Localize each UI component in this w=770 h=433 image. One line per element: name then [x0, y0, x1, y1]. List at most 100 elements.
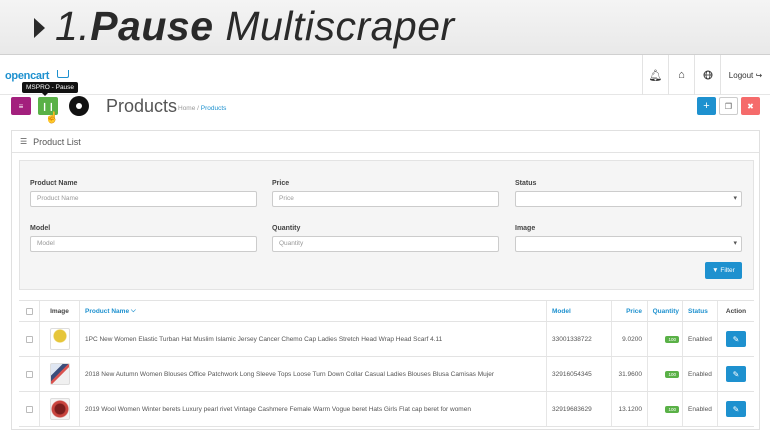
play-arrow-icon [34, 18, 45, 38]
table-header-row: Image Product Name ⌵ Model Price Quantit… [19, 300, 754, 322]
select-all-checkbox[interactable] [25, 307, 33, 315]
action-cell: ✎ [717, 357, 754, 391]
home-icon[interactable]: ⌂ [668, 55, 694, 95]
edit-button[interactable]: ✎ [726, 331, 746, 347]
delete-product-button[interactable]: ✖ [741, 97, 760, 115]
logout-icon: ↪ [753, 70, 763, 80]
edit-button[interactable]: ✎ [726, 366, 746, 382]
model-input[interactable]: Model [30, 236, 257, 252]
list-icon: ☰ [20, 137, 28, 146]
opencart-logo[interactable]: opencart [5, 70, 49, 82]
product-name-cell: 2018 New Autumn Women Blouses Office Pat… [79, 357, 546, 391]
quantity-cell: 100 [647, 357, 682, 391]
price-cell: 31.9600 [611, 357, 647, 391]
quantity-input[interactable]: Quantity [272, 236, 499, 252]
image-cell [39, 322, 79, 356]
banner-bold-word: Pause [90, 3, 214, 49]
copy-product-button[interactable]: ❐ [719, 97, 738, 115]
globe-icon[interactable] [694, 55, 720, 95]
row-select-cell [19, 392, 39, 426]
price-cell: 9.0200 [611, 322, 647, 356]
product-name-input[interactable]: Product Name [30, 191, 257, 207]
panel-title: Product List [33, 136, 81, 147]
image-cell [39, 357, 79, 391]
banner-number: 1. [55, 3, 91, 49]
filter-icon: ▼ [712, 267, 721, 274]
quantity-cell: 100 [647, 392, 682, 426]
banner-rest: Multiscraper [213, 3, 455, 49]
mspro-list-button[interactable]: ≡ [11, 97, 31, 115]
list-icon: ≡ [18, 101, 24, 111]
model-label: Model [30, 225, 51, 232]
product-thumbnail[interactable] [49, 363, 70, 385]
header-model[interactable]: Model [546, 301, 611, 321]
tutorial-banner: 1.Pause Multiscraper [0, 0, 770, 55]
header-product-name-label: Product Name [85, 307, 130, 315]
filter-button[interactable]: ▼ Filter [705, 262, 742, 279]
header-status[interactable]: Status [682, 301, 717, 321]
pause-icon: ❙❙ [41, 101, 55, 111]
status-select[interactable] [515, 191, 742, 207]
image-cell [39, 392, 79, 426]
row-select-cell [19, 357, 39, 391]
action-cell: ✎ [717, 322, 754, 356]
product-thumbnail[interactable] [49, 398, 70, 420]
product-thumbnail[interactable] [49, 328, 70, 350]
price-cell: 13.1200 [611, 392, 647, 426]
image-select[interactable] [515, 236, 742, 252]
quantity-cell: 100 [647, 322, 682, 356]
breadcrumb: Home / Products [178, 105, 226, 112]
row-checkbox[interactable] [25, 405, 33, 413]
status-cell: Enabled [682, 322, 717, 356]
top-header: opencart 🔔︎ ⌂ Logout ↪ [0, 55, 770, 95]
hand-cursor-icon: ☝ [45, 112, 59, 124]
product-name-label: Product Name [30, 180, 78, 187]
trash-icon: ✖ [747, 101, 754, 111]
model-cell: 32916054345 [546, 357, 611, 391]
edit-button[interactable]: ✎ [726, 401, 746, 417]
pencil-icon: ✎ [732, 404, 740, 414]
status-label: Status [515, 180, 537, 187]
row-checkbox[interactable] [25, 335, 33, 343]
breadcrumb-separator: / [197, 105, 199, 112]
quantity-badge: 100 [665, 370, 679, 378]
breadcrumb-home[interactable]: Home [178, 105, 195, 112]
bell-icon[interactable]: 🔔︎ [642, 55, 668, 95]
copy-icon: ❐ [724, 101, 733, 111]
header-image: Image [39, 301, 79, 321]
banner-title: 1.Pause Multiscraper [55, 3, 455, 50]
filter-box: Product Name Product Name Price Price St… [19, 160, 754, 290]
pencil-icon: ✎ [732, 334, 740, 344]
breadcrumb-products[interactable]: Products [201, 105, 227, 112]
product-list-panel: ☰ Product List Product Name Product Name… [11, 130, 760, 430]
pause-tooltip: MSPRO - Pause [22, 82, 79, 96]
logout-label: Logout [728, 70, 754, 80]
cart-logo-icon [57, 70, 69, 78]
plus-icon: + [703, 100, 710, 112]
quantity-badge: 100 [665, 405, 679, 413]
price-label: Price [272, 180, 290, 187]
pencil-icon: ✎ [732, 369, 740, 379]
price-input[interactable]: Price [272, 191, 499, 207]
mspro-stop-button[interactable] [69, 96, 89, 116]
table-row: 2019 Wool Women Winter berets Luxury pea… [19, 392, 754, 427]
add-product-button[interactable]: + [697, 97, 716, 115]
sort-chevron-down-icon: ⌵ [129, 307, 136, 314]
header-action: Action [717, 301, 754, 321]
product-name-cell: 1PC New Women Elastic Turban Hat Muslim … [79, 322, 546, 356]
header-product-name[interactable]: Product Name ⌵ [79, 301, 546, 321]
header-quantity[interactable]: Quantity [647, 301, 682, 321]
logout-button[interactable]: Logout ↪ [720, 55, 770, 95]
image-label: Image [515, 225, 536, 232]
status-cell: Enabled [682, 357, 717, 391]
model-cell: 33001338722 [546, 322, 611, 356]
model-cell: 32919683629 [546, 392, 611, 426]
row-select-cell [19, 322, 39, 356]
status-cell: Enabled [682, 392, 717, 426]
page-title: Products [106, 96, 178, 116]
row-checkbox[interactable] [25, 370, 33, 378]
table-row: 1PC New Women Elastic Turban Hat Muslim … [19, 322, 754, 357]
table-row: 2018 New Autumn Women Blouses Office Pat… [19, 357, 754, 392]
product-name-cell: 2019 Wool Women Winter berets Luxury pea… [79, 392, 546, 426]
header-price[interactable]: Price [611, 301, 647, 321]
